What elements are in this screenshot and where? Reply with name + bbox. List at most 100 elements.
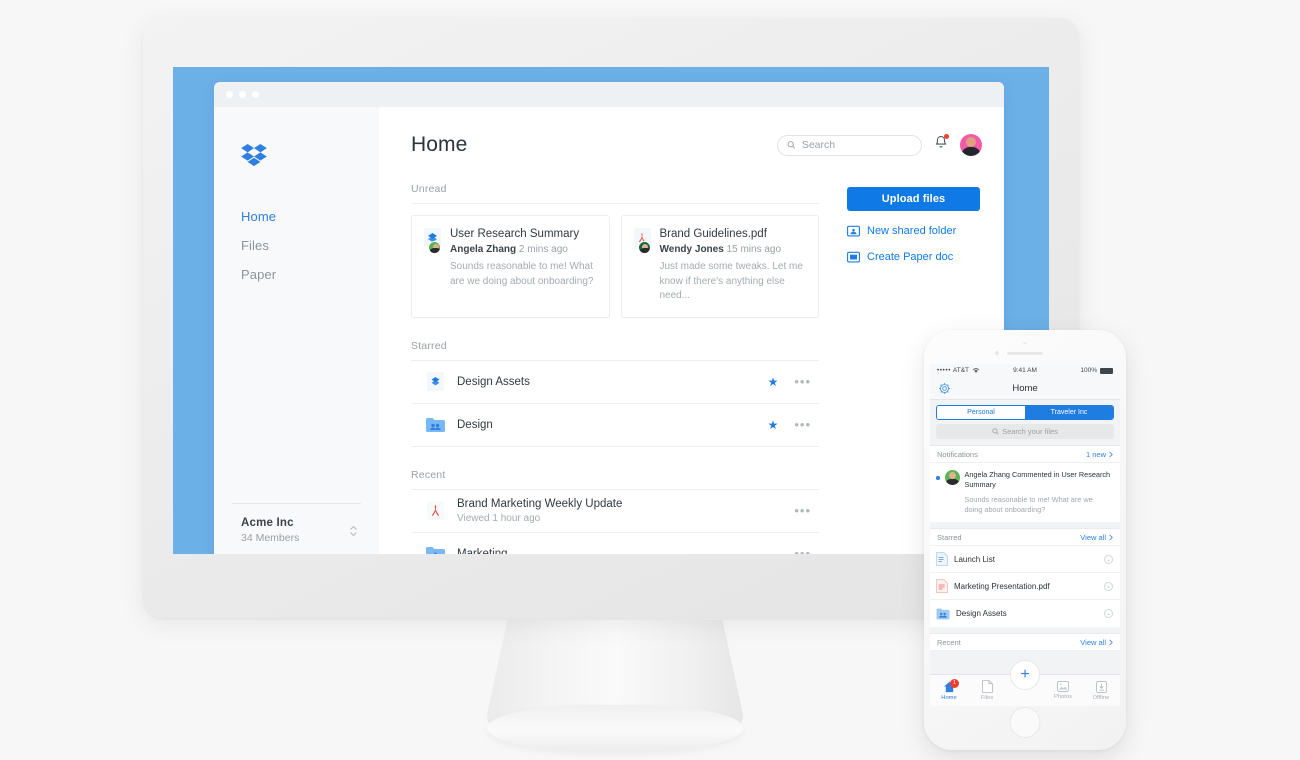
chevron-down-icon[interactable]: ⌄: [1104, 581, 1113, 591]
browser-titlebar: [214, 82, 1004, 107]
notifications-button[interactable]: [934, 134, 949, 155]
shared-folder-icon: [847, 225, 860, 237]
card-time: 15 mins ago: [726, 244, 782, 255]
team-switcher[interactable]: Acme Inc 34 Members: [232, 503, 361, 554]
table-row[interactable]: Design ★ •••: [411, 404, 819, 447]
phone-search-field[interactable]: Search your files: [936, 424, 1114, 439]
sidebar-item-home[interactable]: Home: [214, 202, 379, 231]
chevron-down-icon[interactable]: ⌄: [1104, 554, 1113, 564]
dropbox-logo[interactable]: [241, 144, 267, 168]
phone-camera: [995, 351, 999, 355]
row-text-block: Brand Marketing Weekly Update Viewed 1 h…: [457, 498, 622, 524]
tab-label: Photos: [1053, 694, 1073, 700]
table-row[interactable]: Brand Marketing Weekly Update Viewed 1 h…: [411, 490, 819, 533]
section-label-recent: Recent: [411, 468, 446, 481]
doc-icon: [936, 552, 948, 567]
chevron-down-icon[interactable]: ⌄: [1104, 609, 1113, 619]
shared-folder-icon: [936, 608, 950, 620]
notification-body: Sounds reasonable to me! What are we doi…: [964, 494, 1093, 514]
table-row[interactable]: Design Assets ★ •••: [411, 361, 819, 404]
ios-status-bar: ••••• AT&T 9:41 AM 100%: [930, 364, 1120, 377]
row-title: Design: [457, 418, 493, 431]
notifications-badge: 1 new: [1085, 449, 1106, 459]
window-minimize-dot[interactable]: [239, 91, 246, 98]
unread-card[interactable]: User Research Summary Angela Zhang 2 min…: [411, 215, 610, 318]
tab-home[interactable]: 1 Home: [930, 678, 968, 701]
tab-label: Home: [941, 694, 957, 701]
monitor-stand-foot: [487, 705, 743, 751]
sidebar-item-paper[interactable]: Paper: [214, 260, 379, 289]
add-button[interactable]: +: [1010, 660, 1040, 690]
search-input[interactable]: [801, 139, 912, 151]
list-item[interactable]: Design Assets ⌄: [930, 600, 1120, 627]
tab-offline[interactable]: Offline: [1082, 680, 1120, 701]
user-avatar[interactable]: [960, 134, 982, 156]
unread-dot-icon: [936, 476, 940, 480]
phone-device: ••••• AT&T 9:41 AM 100% Home Personal Tr…: [924, 330, 1126, 750]
avatar: [637, 241, 651, 254]
paper-doc-icon: [847, 251, 860, 263]
overflow-menu-button[interactable]: •••: [794, 546, 811, 554]
list-item[interactable]: Launch List ⌄: [930, 546, 1120, 574]
card-body: Brand Guidelines.pdf Wendy Jones 15 mins…: [660, 228, 807, 304]
notifications-header: Notifications 1 new: [930, 445, 1120, 463]
paper-doc-icon: [425, 371, 445, 393]
overflow-menu-button[interactable]: •••: [794, 417, 811, 432]
phone-speaker: [1007, 352, 1043, 355]
tab-label: Files: [980, 695, 994, 701]
browser-window: Home Files Paper Acme Inc 34 Members Hom…: [214, 82, 1004, 554]
scene: Home Files Paper Acme Inc 34 Members Hom…: [0, 0, 1300, 760]
tab-photos[interactable]: Photos: [1044, 681, 1082, 700]
main-header: Home: [411, 133, 982, 157]
avatar: [428, 241, 441, 254]
phone-sensor: [1023, 342, 1027, 344]
notification-item[interactable]: Angela Zhang Commented in User Research …: [930, 463, 1120, 522]
recent-header: Recent View all: [930, 633, 1120, 652]
create-paper-doc-link[interactable]: Create Paper doc: [847, 251, 982, 263]
team-name: Acme Inc: [241, 517, 294, 529]
list-item-label: Design Assets: [956, 609, 1007, 619]
overflow-menu-button[interactable]: •••: [794, 374, 811, 389]
card-snippet: Sounds reasonable to me! What are we doi…: [450, 261, 594, 287]
section-label-starred: Starred: [411, 339, 447, 352]
section-label-starred: Starred: [937, 532, 962, 542]
unread-card[interactable]: Brand Guidelines.pdf Wendy Jones 15 mins…: [620, 215, 819, 318]
offline-icon: [1095, 680, 1107, 693]
row-title: Marketing: [457, 547, 508, 555]
tab-files[interactable]: Files: [968, 680, 1006, 701]
search-box[interactable]: [777, 134, 922, 156]
sidebar-item-files[interactable]: Files: [214, 231, 379, 260]
phone-home-button[interactable]: [1009, 707, 1041, 738]
window-close-dot[interactable]: [226, 91, 233, 98]
list-item-label: Launch List: [954, 554, 995, 564]
segment-personal[interactable]: Personal: [937, 406, 1025, 419]
recent-view-all-link[interactable]: View all: [1080, 638, 1113, 647]
main-content: Home Search Unread User Research Summary…: [379, 107, 1004, 554]
ios-navbar: Home: [930, 377, 1120, 400]
card-author: Wendy Jones: [659, 244, 724, 255]
list-item[interactable]: Marketing Presentation.pdf ⌄: [930, 573, 1120, 601]
star-icon[interactable]: ★: [768, 418, 779, 432]
new-shared-folder-link[interactable]: New shared folder: [847, 225, 982, 237]
card-snippet: Just made some tweaks. Let me know if th…: [659, 261, 803, 301]
section-divider: [411, 203, 819, 204]
starred-view-all-link[interactable]: View all: [1080, 533, 1113, 542]
chart-folder-icon: [425, 543, 445, 554]
window-maximize-dot[interactable]: [252, 91, 259, 98]
upload-files-button[interactable]: Upload files: [847, 187, 980, 211]
notification-badge-dot: [944, 134, 949, 139]
card-time: 2 mins ago: [518, 244, 568, 255]
phone-search-placeholder: Search your files: [1002, 427, 1058, 436]
segment-traveler-inc[interactable]: Traveler Inc: [1025, 406, 1113, 419]
content-wrap: Unread User Research Summary Angela Zhan…: [411, 183, 982, 554]
content-left-column: Unread User Research Summary Angela Zhan…: [411, 183, 819, 554]
table-row[interactable]: Marketing •••: [411, 533, 819, 555]
chevron-right-icon: [1109, 451, 1113, 457]
overflow-menu-button[interactable]: •••: [794, 503, 811, 518]
pdf-file-icon: [936, 579, 948, 594]
notifications-badge-link[interactable]: 1 new: [1086, 450, 1113, 459]
tab-badge: 1: [950, 678, 959, 688]
list-item-label: Marketing Presentation.pdf: [954, 581, 1050, 591]
star-icon[interactable]: ★: [768, 375, 779, 389]
